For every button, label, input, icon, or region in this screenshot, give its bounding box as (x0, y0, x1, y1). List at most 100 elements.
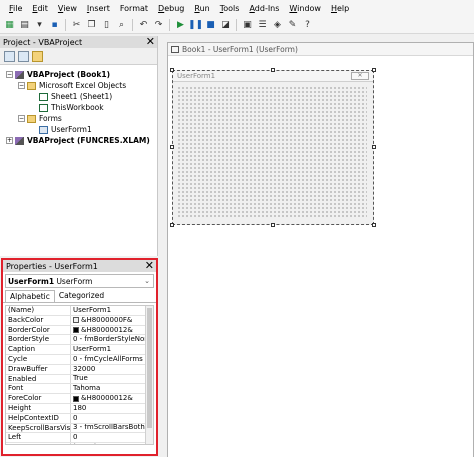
property-row[interactable]: Enabled True (6, 374, 153, 385)
property-value[interactable]: &H80000012& (71, 394, 153, 403)
designer-title-bar[interactable]: Book1 - UserForm1 (UserForm) (168, 43, 473, 56)
property-row[interactable]: BorderStyle 0 - fmBorderStyleNone (6, 335, 153, 346)
cut-icon[interactable]: ✂ (70, 19, 83, 32)
find-icon[interactable]: ⌕ (115, 19, 128, 32)
property-row[interactable]: Font Tahoma (6, 384, 153, 395)
copy-icon[interactable]: ❐ (85, 19, 98, 32)
tree-item[interactable]: Sheet1 (Sheet1) (0, 91, 157, 102)
tab-alphabetic[interactable]: Alphabetic (5, 290, 55, 302)
collapse-icon[interactable]: − (18, 82, 25, 89)
property-value[interactable]: 0 - fmCycleAllForms (71, 355, 153, 364)
userform[interactable]: UserForm1 ✕ (172, 70, 374, 225)
property-value[interactable]: (None) (71, 443, 153, 444)
tree-item[interactable]: + VBAProject (FUNCRES.XLAM) (0, 135, 157, 146)
property-value[interactable]: True (71, 375, 153, 384)
property-value[interactable]: UserForm1 (71, 345, 153, 354)
properties-window-icon[interactable]: ☰ (256, 19, 269, 32)
redo-icon[interactable]: ↷ (152, 19, 165, 32)
property-row[interactable]: Cycle 0 - fmCycleAllForms (6, 354, 153, 365)
tree-item[interactable]: ThisWorkbook (0, 102, 157, 113)
property-value[interactable]: 3 - fmScrollBarsBoth (71, 424, 153, 433)
property-value[interactable]: &H8000000F& (71, 316, 153, 325)
property-row[interactable]: (Name) UserForm1 (6, 306, 153, 316)
dropdown-arrow-icon[interactable]: ▾ (33, 19, 46, 32)
object-browser-icon[interactable]: ◈ (271, 19, 284, 32)
property-value-text: 3 - fmScrollBarsBoth (73, 423, 145, 432)
property-value[interactable]: UserForm1 (71, 306, 153, 315)
property-row[interactable]: Left 0 (6, 433, 153, 444)
menu-item-file[interactable]: File (4, 0, 27, 17)
menu-item-edit[interactable]: Edit (27, 0, 53, 17)
close-icon[interactable]: ✕ (145, 260, 154, 271)
resize-handle-bottom[interactable] (271, 223, 275, 227)
property-value[interactable]: Tahoma (71, 384, 153, 393)
chevron-down-icon[interactable]: ⌄ (144, 277, 153, 285)
properties-scrollbar[interactable] (145, 306, 153, 444)
object-selector[interactable]: UserForm1 UserForm ⌄ (5, 274, 154, 288)
property-row[interactable]: KeepScrollBarsVisible3 - fmScrollBarsBot… (6, 423, 153, 434)
resize-handle-top[interactable] (271, 68, 275, 72)
tree-item[interactable]: − Microsoft Excel Objects (0, 80, 157, 91)
view-code-icon[interactable] (4, 50, 15, 62)
view-object-icon[interactable] (18, 50, 29, 62)
resize-handle-left[interactable] (170, 145, 174, 149)
toolbox-icon[interactable]: ✎ (286, 19, 299, 32)
menu-item-add-ins[interactable]: Add-Ins (244, 0, 284, 17)
toggle-folders-icon[interactable] (32, 50, 43, 62)
property-row[interactable]: Caption UserForm1 (6, 345, 153, 355)
tree-item[interactable]: UserForm1 (0, 124, 157, 135)
tree-item[interactable]: − Forms (0, 113, 157, 124)
property-value[interactable]: 32000 (71, 365, 153, 374)
tab-categorized[interactable]: Categorized (55, 290, 108, 302)
resize-handle-bottom-left[interactable] (170, 223, 174, 227)
resize-handle-top-right[interactable] (372, 68, 376, 72)
collapse-icon[interactable]: − (6, 71, 13, 78)
menu-item-debug[interactable]: Debug (153, 0, 189, 17)
property-row[interactable]: ForeColor &H80000012& (6, 394, 153, 404)
property-value[interactable]: 180 (71, 404, 153, 413)
property-row[interactable]: BackColor &H8000000F& (6, 315, 153, 326)
userform-grid[interactable] (177, 86, 367, 218)
resize-handle-right[interactable] (372, 145, 376, 149)
property-row[interactable]: Height 180 (6, 403, 153, 414)
property-value[interactable]: &H80000012& (71, 326, 153, 335)
properties-window: Properties - UserForm1 ✕ UserForm1 UserF… (1, 258, 158, 456)
run-icon[interactable]: ▶ (174, 19, 187, 32)
property-value[interactable]: 0 - fmBorderStyleNone (71, 335, 153, 344)
property-value[interactable]: 0 (71, 433, 153, 442)
save-icon[interactable]: ▪ (48, 19, 61, 32)
insert-userform-icon[interactable]: ▤ (18, 19, 31, 32)
property-row[interactable]: DrawBuffer 32000 (6, 364, 153, 375)
menu-item-run[interactable]: Run (189, 0, 214, 17)
resize-handle-bottom-right[interactable] (372, 223, 376, 227)
view-excel-icon[interactable]: ▦ (3, 19, 16, 32)
property-row[interactable]: HelpContextID 0 (6, 413, 153, 424)
collapse-icon[interactable]: − (18, 115, 25, 122)
menu-item-window[interactable]: Window (284, 0, 326, 17)
scrollbar-thumb[interactable] (147, 308, 152, 428)
reset-icon[interactable]: ■ (204, 19, 217, 32)
help-icon[interactable]: ? (301, 19, 314, 32)
break-icon[interactable]: ❚❚ (188, 19, 203, 32)
project-explorer-icon[interactable]: ▣ (241, 19, 254, 32)
close-icon[interactable]: ✕ (146, 36, 155, 47)
tree-item[interactable]: − VBAProject (Book1) (0, 69, 157, 80)
property-row[interactable]: BorderColor &H80000012& (6, 325, 153, 336)
menu-item-help[interactable]: Help (326, 0, 354, 17)
menu-item-insert[interactable]: Insert (82, 0, 115, 17)
color-swatch (73, 317, 79, 324)
project-explorer: Project - VBAProject ✕ − VBAProject (Book… (0, 36, 158, 256)
property-value-text: 180 (73, 403, 87, 412)
designer-canvas[interactable]: UserForm1 ✕ (168, 57, 473, 457)
property-value-text: UserForm1 (73, 306, 112, 314)
expand-icon[interactable]: + (6, 137, 13, 144)
undo-icon[interactable]: ↶ (137, 19, 150, 32)
paste-icon[interactable]: ▯ (100, 19, 113, 32)
resize-handle-top-left[interactable] (170, 68, 174, 72)
property-value[interactable]: 0 (71, 414, 153, 423)
menu-item-tools[interactable]: Tools (215, 0, 245, 17)
menu-item-view[interactable]: View (53, 0, 82, 17)
property-row[interactable]: MouseIcon(None) (6, 443, 153, 444)
design-mode-icon[interactable]: ◪ (219, 19, 232, 32)
menu-item-format[interactable]: Format (115, 0, 153, 17)
